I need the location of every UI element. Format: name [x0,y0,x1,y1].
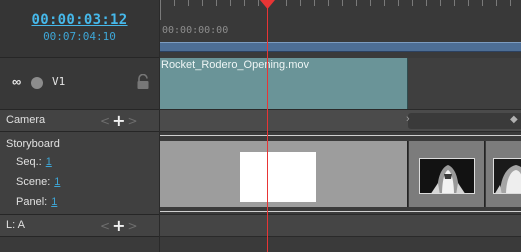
track-header-spacer [0,237,159,252]
next-keyframe-icon[interactable]: > [127,219,137,233]
camera-segment[interactable] [408,113,521,129]
current-timecode[interactable]: 00:00:03:12 [0,12,159,28]
track-header-layer-a[interactable]: L: A < + > [0,215,159,237]
playhead-line[interactable] [267,0,268,252]
scene-link[interactable]: 1 [54,176,60,188]
total-duration: 00:07:04:10 [43,30,116,43]
camera-keyframe-icon[interactable]: ◆ [510,114,518,125]
track-header-panel: 00:00:03:12 00:07:04:10 ∞ V1 Camera < + … [0,0,160,252]
ruler-start-time: 00:00:00:00 [162,25,229,36]
camera-segment-arrow-icon: › [406,113,410,125]
character-portrait-icon [494,159,521,193]
layer-a-track-lane[interactable] [160,215,521,237]
panel-link[interactable]: 1 [51,196,57,208]
track-name-layer-a: L: A [6,219,25,231]
timeline-area[interactable]: 00:00:00:00 Rocket_Rodero_Opening.mov › … [160,0,521,252]
sequence-link[interactable]: 1 [46,156,52,168]
link-icon[interactable]: ∞ [12,74,21,89]
enable-toggle-icon[interactable] [31,77,43,89]
track-name-v1: V1 [52,75,66,88]
storyboard-panel-1[interactable] [160,141,408,207]
video-clip[interactable]: Rocket_Rodero_Opening.mov [160,58,408,109]
lock-icon[interactable] [136,74,150,90]
track-header-camera[interactable]: Camera < + > [0,110,159,132]
playback-range-bar[interactable] [160,42,521,52]
character-portrait-icon [420,159,474,193]
sequence-info: Seq.: 1 [16,156,52,168]
add-keyframe-icon[interactable]: + [112,218,125,234]
camera-track-lane[interactable]: › ◆ [160,110,521,132]
track-name-storyboard: Storyboard [6,138,60,150]
clip-name: Rocket_Rodero_Opening.mov [161,59,309,71]
panel-thumbnail-blank [240,152,316,202]
storyboard-panel-2[interactable] [409,141,485,207]
track-header-v1[interactable]: ∞ V1 [0,58,159,110]
prev-keyframe-icon[interactable]: < [100,114,110,128]
camera-nav: < + > [100,112,138,130]
timecode-display: 00:00:03:12 00:07:04:10 [0,0,159,58]
time-ruler[interactable]: 00:00:00:00 [160,0,521,42]
layer-nav: < + > [100,217,138,235]
panel-info: Panel: 1 [16,196,58,208]
timeline-spacer [160,237,521,252]
storyboard-track-lane[interactable] [160,132,521,215]
scene-info: Scene: 1 [16,176,61,188]
next-keyframe-icon[interactable]: > [127,114,137,128]
track-header-storyboard[interactable]: Storyboard Seq.: 1 Scene: 1 Panel: 1 [0,132,159,215]
storyboard-panel-3[interactable] [486,141,521,207]
track-name-camera: Camera [6,114,46,126]
panel-thumbnail [419,158,475,194]
panel-thumbnail [493,158,521,194]
v1-track-lane[interactable]: Rocket_Rodero_Opening.mov [160,58,521,110]
playhead-marker-icon[interactable] [260,0,275,10]
prev-keyframe-icon[interactable]: < [100,219,110,233]
scene-bracket-bottom [160,206,521,212]
add-keyframe-icon[interactable]: + [112,113,125,129]
